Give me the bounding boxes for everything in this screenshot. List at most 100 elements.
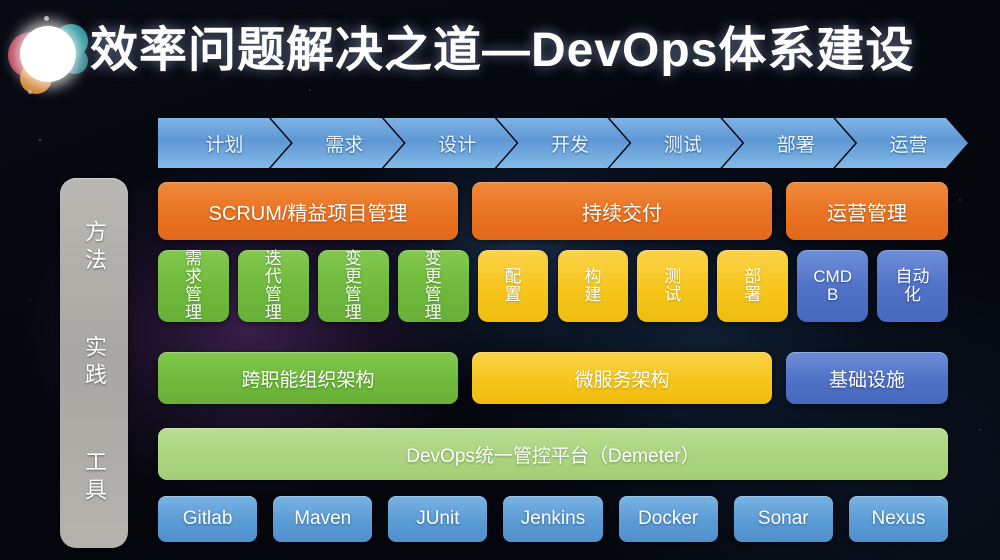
practice-square-line: 构 <box>584 267 602 287</box>
practice-square-line: 置 <box>504 285 522 304</box>
practice-square-4[interactable]: 变更管理 <box>397 250 469 322</box>
phase-chevron-label: 测试 <box>663 134 702 156</box>
practice-square-line: 试 <box>664 285 682 304</box>
method-layer-row: SCRUM/精益项目管理 持续交付 运营管理 <box>158 182 948 240</box>
logo-dot-2 <box>28 90 32 94</box>
tool-button-sonar[interactable]: Sonar <box>733 496 833 542</box>
practice-square-line: 变 <box>344 249 362 269</box>
tool-button-label: Jenkins <box>520 508 586 529</box>
tool-button-label: JUnit <box>416 508 460 529</box>
tool-button-label: Gitlab <box>182 508 233 529</box>
architecture-pill-label: 微服务架构 <box>574 369 670 391</box>
practice-square-label: 构建 <box>584 268 601 304</box>
architecture-pill-1[interactable]: 跨职能组织架构 <box>158 352 458 404</box>
practice-square-line: 自动 <box>895 267 930 287</box>
tool-button-jenkins[interactable]: Jenkins <box>503 496 603 542</box>
phase-chevron-1[interactable]: 计划 <box>158 118 291 168</box>
practice-square-line: 变 <box>424 249 442 269</box>
practice-square-line: 管 <box>184 285 202 304</box>
practice-square-5[interactable]: 配置 <box>477 250 549 322</box>
practice-square-label: 变更管理 <box>345 250 362 321</box>
practice-square-line: 理 <box>344 302 362 322</box>
devops-platform-bar[interactable]: DevOps统一管控平台（Demeter） <box>158 428 948 480</box>
practice-square-line: 理 <box>184 302 202 322</box>
phase-chevron-label: 部署 <box>776 134 815 156</box>
tool-button-junit[interactable]: JUnit <box>388 496 488 542</box>
method-pill-2[interactable]: 持续交付 <box>472 182 772 240</box>
tool-button-label: Nexus <box>871 508 926 529</box>
practice-square-line: 理 <box>424 302 442 322</box>
practice-square-label: 需求管理 <box>185 250 202 321</box>
practice-square-line: 管 <box>424 285 442 304</box>
architecture-row: 跨职能组织架构 微服务架构 基础设施 <box>158 352 948 404</box>
logo-dot-1 <box>44 16 49 21</box>
practice-square-label: 迭代管理 <box>265 250 282 321</box>
practice-square-label: 测试 <box>664 268 681 304</box>
phase-chevron-label: 设计 <box>438 134 477 156</box>
practice-square-line: 理 <box>264 302 282 322</box>
tool-button-label: Maven <box>294 508 352 529</box>
method-pill-label: 持续交付 <box>582 202 662 225</box>
practice-square-9[interactable]: CMD B <box>797 250 869 322</box>
method-pill-1[interactable]: SCRUM/精益项目管理 <box>158 182 458 240</box>
practice-square-line: 更 <box>424 267 442 287</box>
phase-chevron-label: 运营 <box>889 134 928 156</box>
platform-row: DevOps统一管控平台（Demeter） <box>158 428 948 480</box>
practice-square-line: 管 <box>264 285 282 304</box>
phase-chevron-row: 计划 需求 设计 开发 测试 部署 运营 <box>158 118 948 168</box>
practice-square-line: 求 <box>184 267 202 287</box>
practice-square-line: 署 <box>744 285 762 304</box>
practice-square-line: CMD <box>813 267 852 287</box>
practice-square-label: 变更管理 <box>425 250 442 321</box>
practice-square-line: 更 <box>344 267 362 287</box>
practice-square-6[interactable]: 构建 <box>557 250 629 322</box>
tool-button-nexus[interactable]: Nexus <box>848 496 948 542</box>
phase-chevron-label: 计划 <box>205 134 244 156</box>
method-pill-label: 运营管理 <box>827 202 907 225</box>
practice-square-line: 测 <box>664 267 682 287</box>
tool-button-label: Sonar <box>757 508 809 529</box>
tool-row: Gitlab Maven JUnit Jenkins Docker Sonar Nexus <box>158 496 948 542</box>
practice-square-2[interactable]: 迭代管理 <box>237 250 309 322</box>
architecture-pill-label: 基础设施 <box>828 369 905 391</box>
tool-button-gitlab[interactable]: Gitlab <box>158 496 258 542</box>
architecture-pill-2[interactable]: 微服务架构 <box>472 352 772 404</box>
practice-square-line: 部 <box>744 267 762 287</box>
phase-chevron-label: 开发 <box>550 134 589 156</box>
rail-item-2[interactable]: 实践 <box>78 335 110 391</box>
tool-button-maven[interactable]: Maven <box>273 496 373 542</box>
category-rail: 方法 实践 工具 <box>60 178 128 548</box>
practice-square-line: 需 <box>184 249 202 269</box>
practice-square-line: B <box>826 285 839 304</box>
slide-canvas: 效率问题解决之道—DevOps体系建设 计划 需求 设计 开发 测试 部署 运营 方法 实践工… <box>0 0 1000 560</box>
practice-square-line: 化 <box>904 285 922 304</box>
architecture-pill-3[interactable]: 基础设施 <box>786 352 948 404</box>
practice-square-8[interactable]: 部署 <box>717 250 789 322</box>
tool-button-docker[interactable]: Docker <box>618 496 718 542</box>
page-title: 效率问题解决之道—DevOps体系建设 <box>90 24 915 77</box>
practice-square-label: 部署 <box>744 268 761 304</box>
practice-square-3[interactable]: 变更管理 <box>317 250 389 322</box>
practice-square-line: 建 <box>584 285 602 304</box>
rail-item-3[interactable]: 工具 <box>78 450 110 506</box>
phase-chevron-label: 需求 <box>325 134 364 156</box>
practice-square-line: 代 <box>264 267 282 287</box>
practice-square-1[interactable]: 需求管理 <box>158 250 229 322</box>
devops-circles-logo <box>6 10 102 94</box>
practice-square-line: 迭 <box>264 249 282 269</box>
architecture-pill-label: 跨职能组织架构 <box>241 369 375 391</box>
practice-square-7[interactable]: 测试 <box>637 250 709 322</box>
practice-square-line: 配 <box>504 267 522 287</box>
slide-header: 效率问题解决之道—DevOps体系建设 <box>0 0 1000 100</box>
method-pill-3[interactable]: 运营管理 <box>786 182 948 240</box>
practice-square-row: 需求管理迭代管理变更管理变更管理配置构建测试部署 CMD B 自动化 <box>158 250 948 322</box>
logo-circle-white <box>20 26 76 82</box>
practice-square-label: CMD B <box>813 268 852 304</box>
method-pill-label: SCRUM/精益项目管理 <box>208 202 408 225</box>
practice-square-label: 配置 <box>505 268 522 304</box>
practice-square-label: 自动化 <box>896 268 930 304</box>
tool-button-label: Docker <box>638 508 699 529</box>
practice-square-10[interactable]: 自动化 <box>877 250 948 322</box>
rail-item-1[interactable]: 方法 <box>78 220 110 276</box>
practice-square-line: 管 <box>344 285 362 304</box>
